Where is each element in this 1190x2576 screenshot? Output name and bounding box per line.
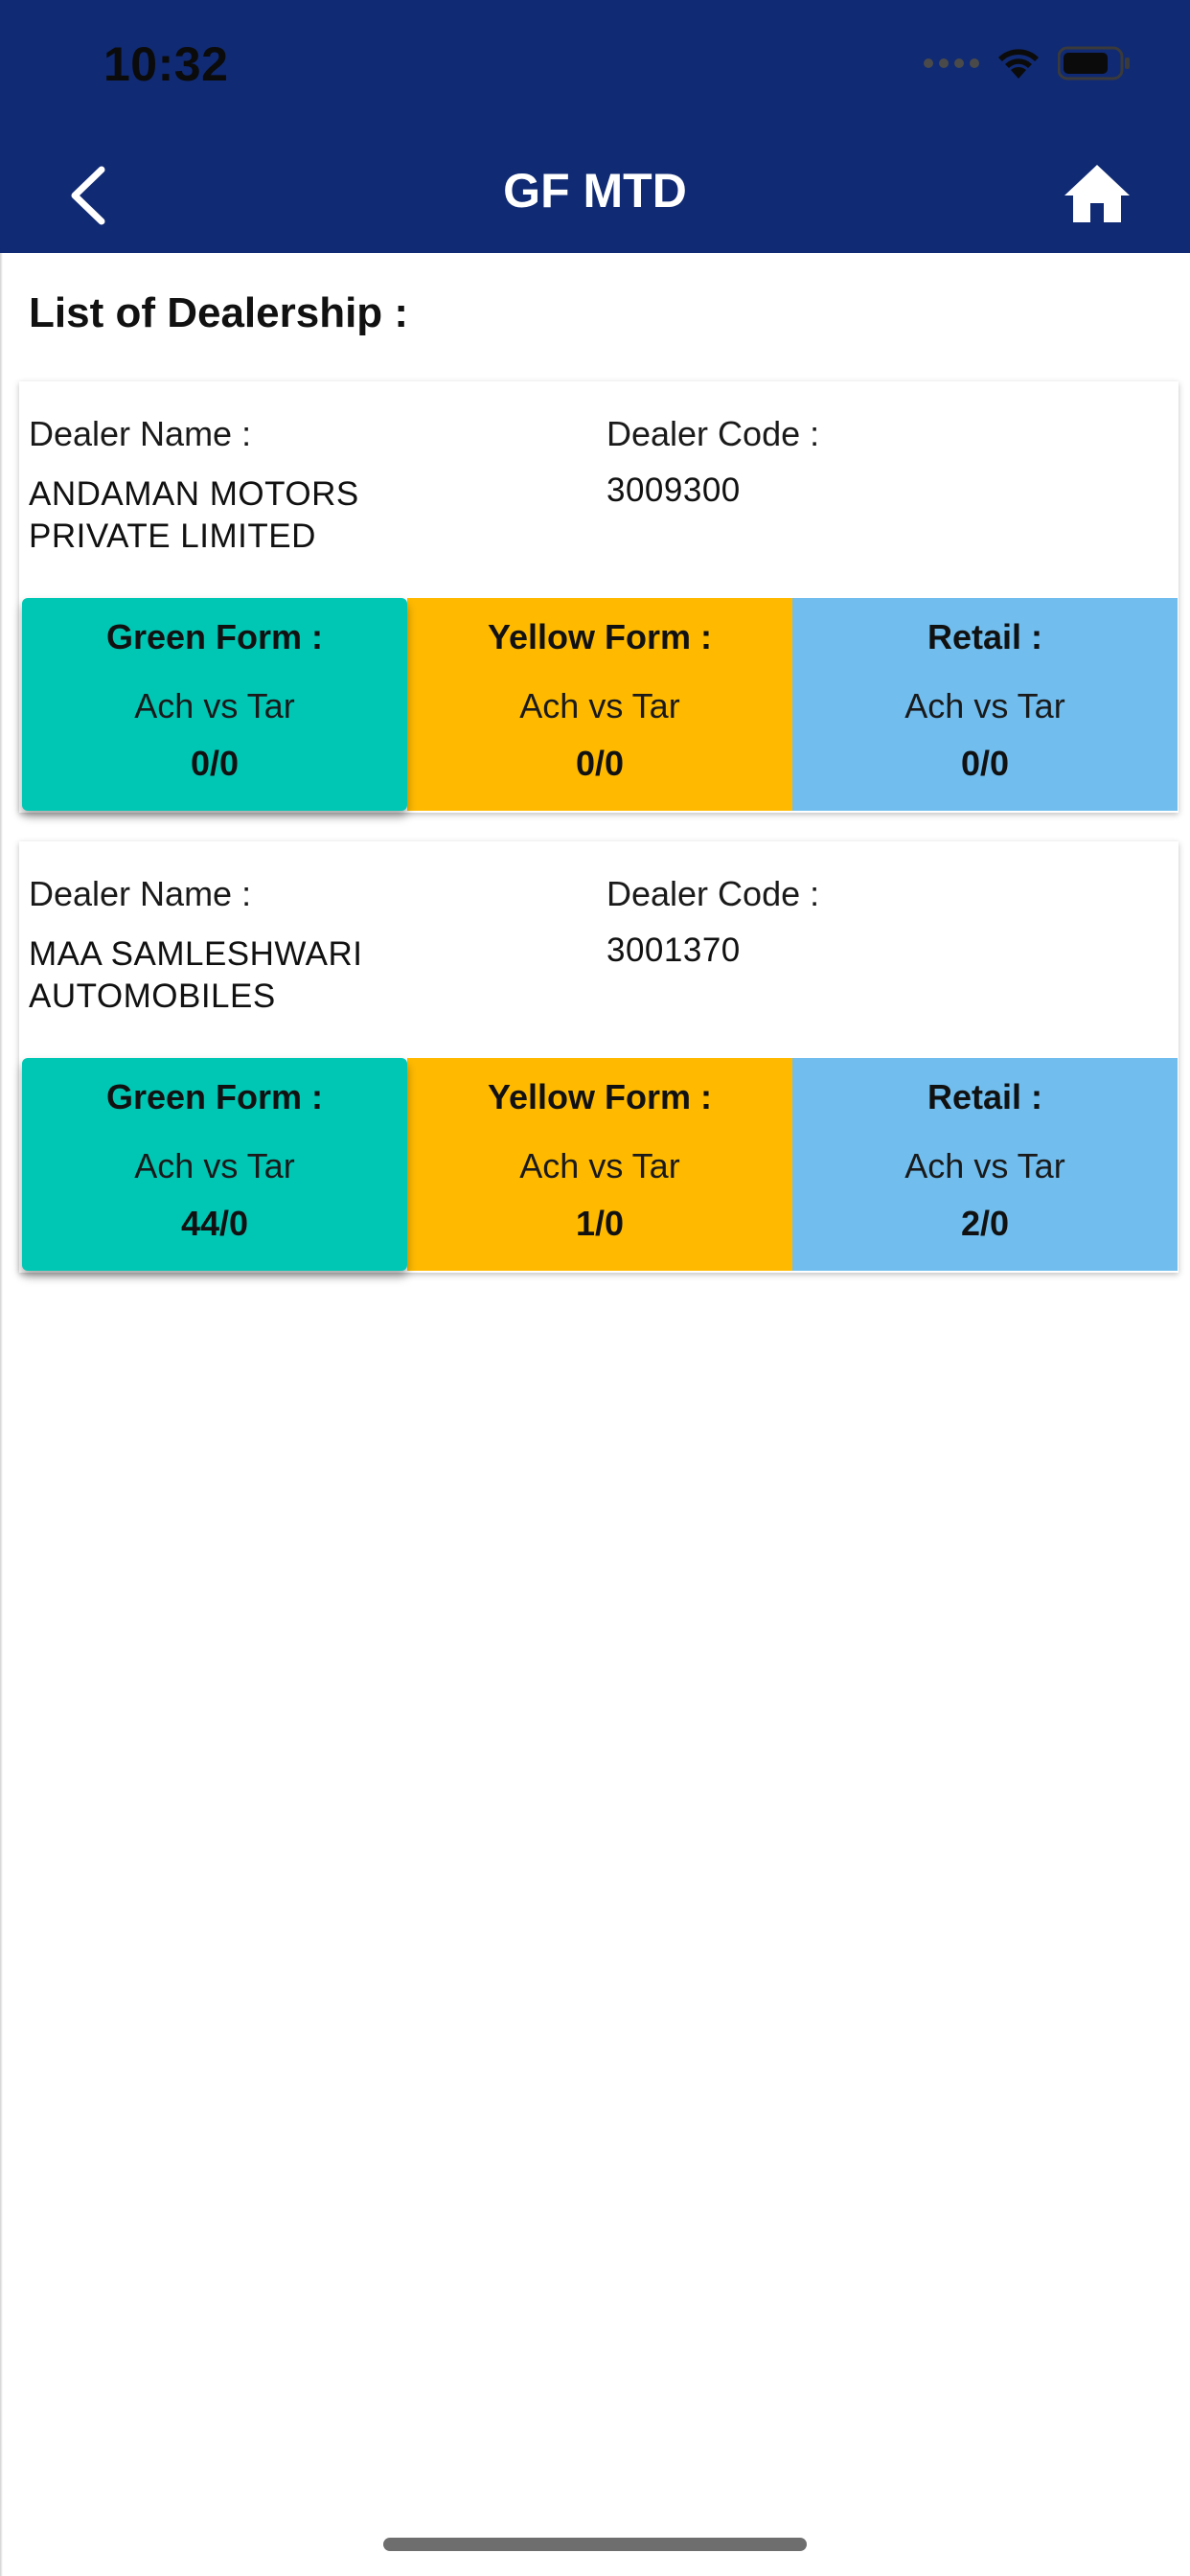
status-time: 10:32 [103, 37, 229, 91]
ach-vs-tar-label: Ach vs Tar [904, 1146, 1065, 1185]
yellow-form-tile[interactable]: Yellow Form : Ach vs Tar 0/0 [407, 598, 792, 811]
green-form-tile[interactable]: Green Form : Ach vs Tar 0/0 [22, 598, 407, 811]
green-form-value: 44/0 [180, 1204, 249, 1243]
dealer-name-value: MAA SAMLESHWARI AUTOMOBILES [29, 933, 565, 1018]
dealer-card[interactable]: Dealer Name : MAA SAMLESHWARI AUTOMOBILE… [19, 841, 1179, 1273]
ach-vs-tar-label: Ach vs Tar [519, 1146, 680, 1185]
wifi-icon [996, 47, 1041, 80]
edge-shadow [0, 253, 3, 2576]
dealer-name-line: AUTOMOBILES [29, 978, 276, 1015]
ach-vs-tar-label: Ach vs Tar [134, 686, 295, 725]
section-title: List of Dealership : [29, 289, 409, 336]
retail-label: Retail : [927, 617, 1043, 656]
green-form-value: 0/0 [190, 744, 240, 783]
dealer-name-line: PRIVATE LIMITED [29, 518, 316, 555]
green-form-label: Green Form : [105, 1077, 324, 1116]
dealer-name-line: ANDAMAN MOTORS [29, 475, 359, 513]
dealer-code-label: Dealer Code : [606, 874, 820, 913]
retail-label: Retail : [927, 1077, 1043, 1116]
yellow-form-label: Yellow Form : [487, 617, 713, 656]
yellow-form-tile[interactable]: Yellow Form : Ach vs Tar 1/0 [407, 1058, 792, 1271]
yellow-form-label: Yellow Form : [487, 1077, 713, 1116]
retail-tile[interactable]: Retail : Ach vs Tar 2/0 [792, 1058, 1178, 1271]
dealer-name-label: Dealer Name : [29, 874, 252, 913]
dealer-code-label: Dealer Code : [606, 414, 820, 453]
green-form-label: Green Form : [105, 617, 324, 656]
dealer-name-line: MAA SAMLESHWARI [29, 935, 363, 973]
dealer-card[interactable]: Dealer Name : ANDAMAN MOTORS PRIVATE LIM… [19, 381, 1179, 813]
top-bar: 10:32 GF MTD [0, 0, 1190, 253]
ach-vs-tar-label: Ach vs Tar [904, 686, 1065, 725]
green-form-tile[interactable]: Green Form : Ach vs Tar 44/0 [22, 1058, 407, 1271]
dealer-name-value: ANDAMAN MOTORS PRIVATE LIMITED [29, 473, 565, 558]
page-title: GF MTD [503, 164, 687, 218]
battery-icon [1058, 46, 1131, 80]
ach-vs-tar-label: Ach vs Tar [519, 686, 680, 725]
metrics-row: Green Form : Ach vs Tar 44/0 Yellow Form… [22, 1058, 1178, 1271]
yellow-form-value: 0/0 [575, 744, 625, 783]
ach-vs-tar-label: Ach vs Tar [134, 1146, 295, 1185]
app-header: GF MTD [0, 144, 1190, 253]
cellular-signal-icon [924, 58, 979, 68]
dealer-code-value: 3009300 [606, 472, 741, 509]
home-indicator[interactable] [383, 2538, 807, 2551]
yellow-form-value: 1/0 [575, 1204, 625, 1243]
status-icons [924, 46, 1131, 80]
dealer-name-label: Dealer Name : [29, 414, 252, 453]
dealer-code-value: 3001370 [606, 932, 741, 969]
home-icon[interactable] [1062, 159, 1133, 230]
retail-tile[interactable]: Retail : Ach vs Tar 0/0 [792, 598, 1178, 811]
retail-value: 0/0 [960, 744, 1010, 783]
metrics-row: Green Form : Ach vs Tar 0/0 Yellow Form … [22, 598, 1178, 811]
retail-value: 2/0 [960, 1204, 1010, 1243]
